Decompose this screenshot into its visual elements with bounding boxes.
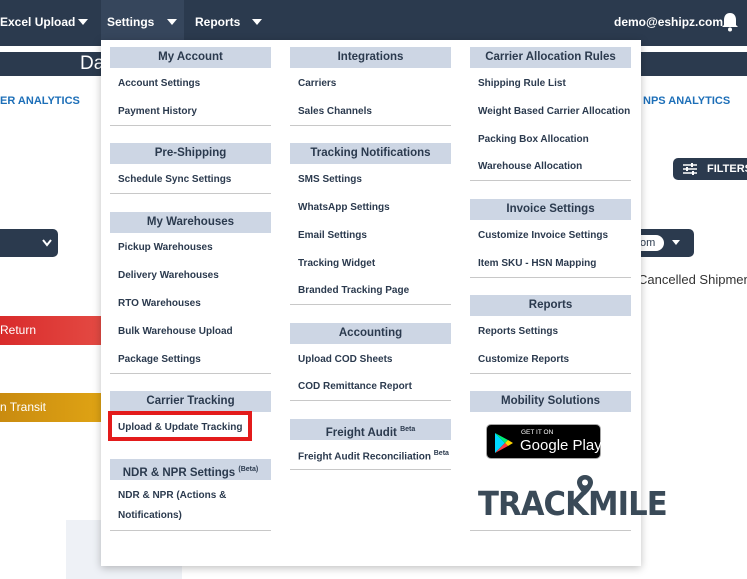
menu-item-branded-tracking-page[interactable]: Branded Tracking Page (298, 285, 409, 296)
section-my-warehouses: My Warehouses (110, 212, 271, 233)
section-carrier-allocation-rules: Carrier Allocation Rules (470, 47, 631, 68)
google-play-icon (495, 433, 513, 453)
beta-badge: Beta (400, 426, 416, 433)
chevron-down-icon (167, 19, 177, 25)
menu-item-delivery-warehouses[interactable]: Delivery Warehouses (118, 270, 219, 281)
divider (470, 277, 631, 278)
cancelled-shipment-label: Cancelled Shipment (638, 272, 747, 287)
section-pre-shipping: Pre-Shipping (110, 143, 271, 164)
menu-item-ndr-npr-actions[interactable]: NDR & NPR (Actions & (118, 490, 226, 501)
section-carrier-tracking: Carrier Tracking (110, 391, 271, 412)
divider (110, 530, 271, 531)
trackmile-logo[interactable]: TRACKMILE (478, 474, 668, 530)
menu-item-customize-invoice-settings[interactable]: Customize Invoice Settings (478, 230, 608, 241)
menu-item-customize-reports[interactable]: Customize Reports (478, 354, 569, 365)
google-play-badge[interactable]: GET IT ON Google Play (486, 424, 602, 459)
menu-item-sms-settings[interactable]: SMS Settings (298, 174, 362, 185)
menu-item-schedule-sync-settings[interactable]: Schedule Sync Settings (118, 174, 231, 185)
menu-item-payment-history[interactable]: Payment History (118, 106, 197, 117)
beta-badge: (Beta) (238, 466, 259, 473)
section-reports: Reports (470, 295, 631, 316)
section-ndr-npr-settings: NDR & NPR Settings (Beta) (110, 459, 271, 480)
menu-item-freight-audit-reconciliation[interactable]: Freight Audit Reconciliation Beta (298, 450, 449, 462)
menu-item-rto-warehouses[interactable]: RTO Warehouses (118, 298, 201, 309)
divider (470, 530, 631, 531)
menu-item-shipping-rule-list[interactable]: Shipping Rule List (478, 78, 566, 89)
divider (290, 125, 451, 126)
menu-item-sales-channels[interactable]: Sales Channels (298, 106, 372, 117)
in-transit-status-bar[interactable]: n Transit (0, 393, 104, 422)
section-mobility-solutions: Mobility Solutions (470, 391, 631, 412)
nav-excel-upload[interactable]: Excel Upload (0, 0, 100, 46)
sliders-icon (683, 163, 697, 175)
section-accounting: Accounting (290, 323, 451, 344)
menu-item-reports-settings[interactable]: Reports Settings (478, 326, 558, 337)
section-my-account: My Account (110, 47, 271, 68)
menu-item-whatsapp-settings[interactable]: WhatsApp Settings (298, 202, 390, 213)
menu-item-cod-remittance-report[interactable]: COD Remittance Report (298, 381, 412, 392)
filters-button[interactable]: FILTERS (673, 158, 747, 180)
menu-item-carriers[interactable]: Carriers (298, 78, 336, 89)
divider (290, 400, 451, 401)
section-invoice-settings: Invoice Settings (470, 199, 631, 220)
divider (110, 193, 271, 194)
menu-item-ndr-npr-notifications[interactable]: Notifications) (118, 510, 182, 521)
chevron-down-icon (42, 239, 52, 247)
menu-item-account-settings[interactable]: Account Settings (118, 78, 200, 89)
section-freight-audit: Freight Audit Beta (290, 419, 451, 440)
menu-item-pickup-warehouses[interactable]: Pickup Warehouses (118, 242, 213, 253)
chevron-down-icon (252, 19, 262, 25)
menu-item-packing-box-allocation[interactable]: Packing Box Allocation (478, 134, 589, 145)
section-tracking-notifications: Tracking Notifications (290, 143, 451, 164)
menu-item-weight-based-carrier-allocation[interactable]: Weight Based Carrier Allocation (478, 106, 630, 117)
divider (470, 180, 631, 181)
menu-item-package-settings[interactable]: Package Settings (118, 354, 201, 365)
divider (290, 304, 451, 305)
divider (470, 373, 631, 374)
menu-item-email-settings[interactable]: Email Settings (298, 230, 367, 241)
date-range-select[interactable] (0, 229, 58, 257)
divider (110, 373, 271, 374)
menu-item-bulk-warehouse-upload[interactable]: Bulk Warehouse Upload (118, 326, 233, 337)
chevron-down-icon (672, 240, 680, 245)
menu-item-upload-cod-sheets[interactable]: Upload COD Sheets (298, 354, 392, 365)
tab-er-analytics[interactable]: ER ANALYTICS (0, 95, 80, 107)
menu-item-item-sku-hsn-mapping[interactable]: Item SKU - HSN Mapping (478, 258, 596, 269)
divider (290, 469, 451, 470)
menu-item-upload-update-tracking[interactable]: Upload & Update Tracking (118, 422, 242, 433)
return-status-bar[interactable]: Return (0, 316, 104, 345)
beta-badge: Beta (433, 450, 449, 457)
menu-item-warehouse-allocation[interactable]: Warehouse Allocation (478, 161, 582, 172)
menu-item-tracking-widget[interactable]: Tracking Widget (298, 258, 375, 269)
bell-icon[interactable] (721, 12, 739, 32)
tab-nps-analytics[interactable]: NPS ANALYTICS (643, 95, 730, 107)
divider (110, 125, 271, 126)
chevron-down-icon (78, 19, 88, 25)
section-integrations: Integrations (290, 47, 451, 68)
